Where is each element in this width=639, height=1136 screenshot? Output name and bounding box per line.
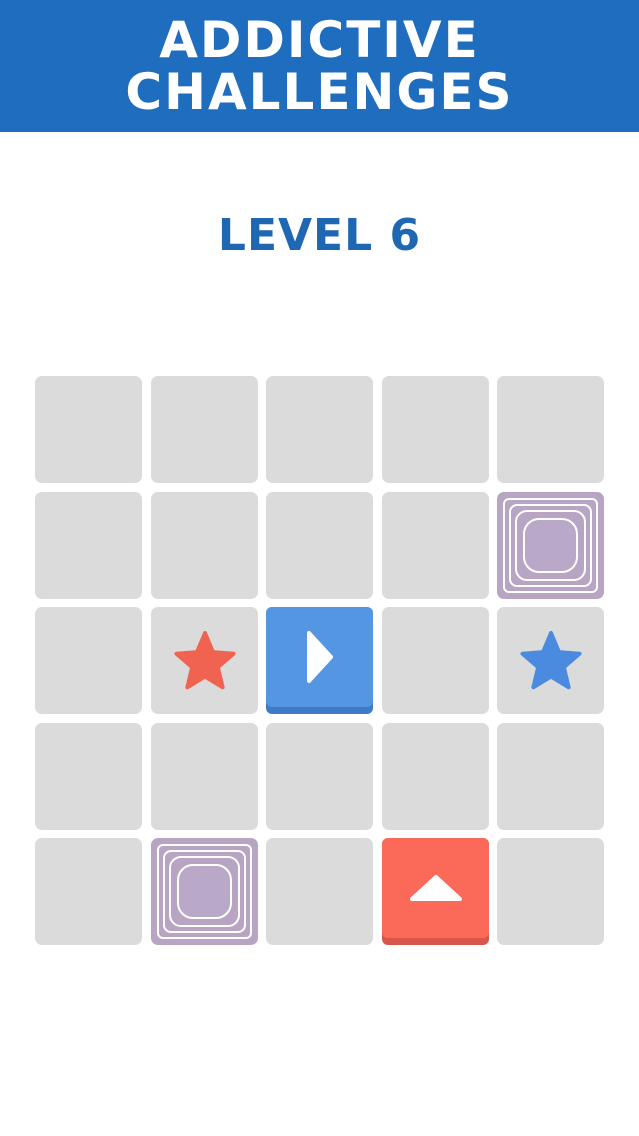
portal-cell	[497, 492, 604, 599]
level-title: LEVEL 6	[217, 210, 422, 261]
empty-cell	[151, 492, 258, 599]
block-face	[382, 838, 489, 938]
empty-cell	[35, 723, 142, 830]
banner-title-line-1: ADDICTIVE	[159, 11, 480, 69]
empty-cell	[497, 376, 604, 483]
portal-cell	[151, 838, 258, 945]
empty-cell	[151, 723, 258, 830]
empty-cell	[35, 838, 142, 945]
empty-cell	[35, 376, 142, 483]
star-cell	[497, 607, 604, 714]
portal-ring	[523, 518, 578, 573]
empty-cell	[151, 376, 258, 483]
star-icon	[173, 630, 236, 689]
portal-ring	[177, 864, 232, 919]
blue-block-right[interactable]	[266, 607, 373, 714]
empty-cell	[382, 607, 489, 714]
empty-cell	[497, 838, 604, 945]
empty-cell	[35, 492, 142, 599]
promo-banner: ADDICTIVE CHALLENGES	[0, 0, 639, 132]
red-block-up[interactable]	[382, 838, 489, 945]
arrow-right-icon	[306, 631, 333, 683]
star-cell	[151, 607, 258, 714]
empty-cell	[35, 607, 142, 714]
arrow-up-icon	[409, 875, 462, 901]
banner-title-line-2: CHALLENGES	[125, 63, 514, 121]
empty-cell	[382, 723, 489, 830]
empty-cell	[382, 492, 489, 599]
block-face	[266, 607, 373, 707]
empty-cell	[266, 838, 373, 945]
portal-square-icon	[151, 838, 258, 945]
empty-cell	[497, 723, 604, 830]
game-board	[35, 376, 604, 945]
empty-cell	[266, 376, 373, 483]
empty-cell	[266, 723, 373, 830]
star-icon	[519, 630, 582, 689]
empty-cell	[382, 376, 489, 483]
empty-cell	[266, 492, 373, 599]
portal-square-icon	[497, 492, 604, 599]
